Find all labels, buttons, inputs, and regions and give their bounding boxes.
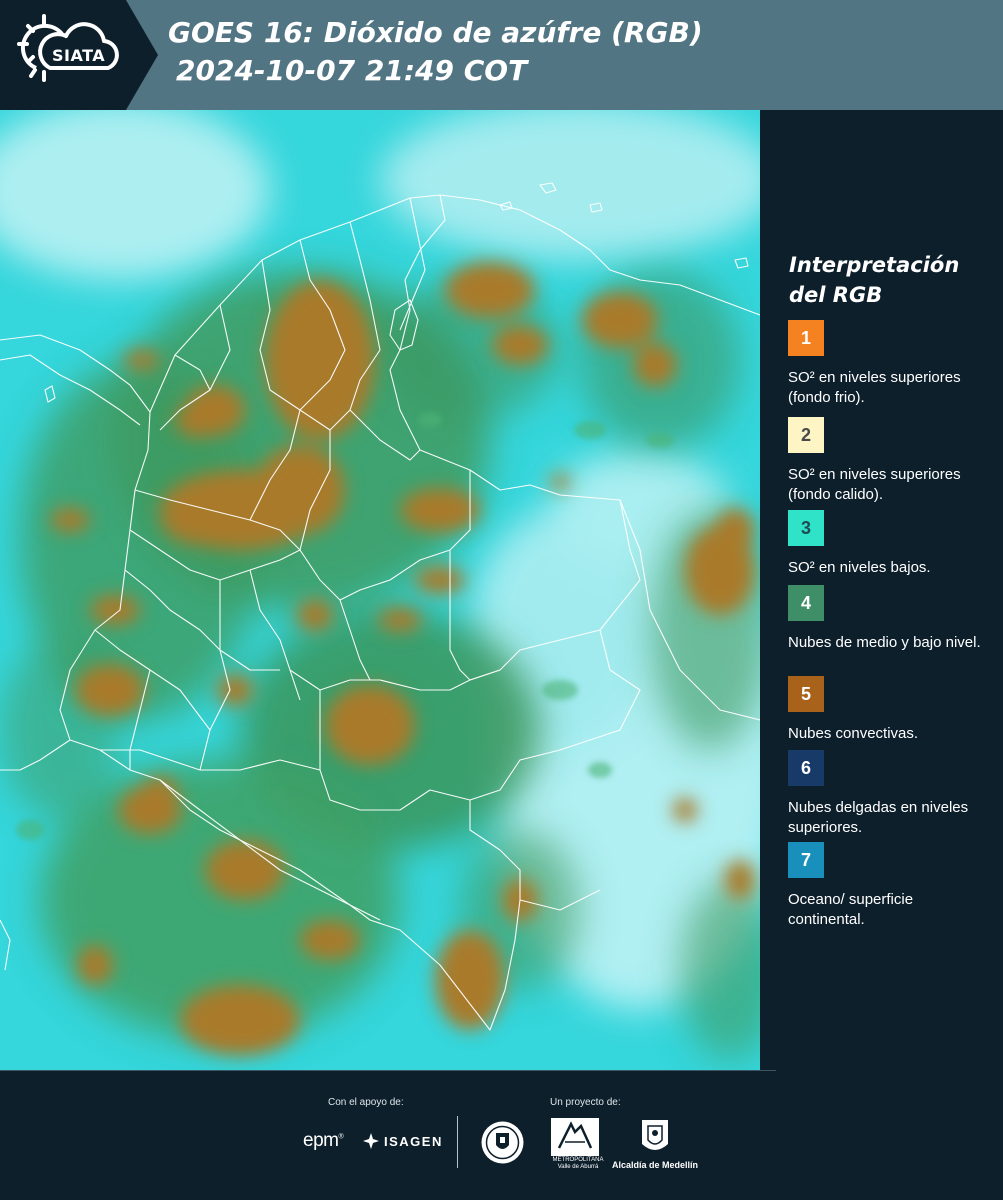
siata-logo-text: SIATA <box>52 46 106 65</box>
legend-item-5: 5 Nubes convectivas. <box>788 676 993 744</box>
alcaldia-text: Alcaldía de Medellín <box>612 1160 699 1170</box>
legend-item-3: 3 SO² en niveles bajos. <box>788 510 993 578</box>
legend-swatch-number: 6 <box>800 757 811 778</box>
legend-swatch-3: 3 <box>788 510 824 546</box>
legend-swatch-number: 7 <box>800 849 811 870</box>
legend-label: Oceano/ superficie continental. <box>788 891 914 928</box>
footer-divider <box>457 1116 458 1168</box>
footer: Con el apoyo de: Un proyecto de: epm® IS… <box>0 1070 1003 1200</box>
legend-swatch-5: 5 <box>788 676 824 712</box>
legend-swatch-6: 6 <box>788 750 824 786</box>
legend-label: SO² en niveles superiores (fondo frio). <box>788 369 961 406</box>
page-title: GOES 16: Dióxido de azúfre (RGB) 2024-10… <box>168 14 988 90</box>
legend-title-line1: Interpretación <box>789 253 960 277</box>
legend-item-1: 1 SO² en niveles superiores (fondo frio)… <box>788 320 993 408</box>
legend-swatch-number: 5 <box>800 683 811 704</box>
legend-swatch-number: 2 <box>800 424 811 445</box>
support-label: Con el apoyo de: <box>328 1097 404 1108</box>
epm-logo-text: epm <box>303 1130 339 1151</box>
legend-label: Nubes de medio y bajo nivel. <box>788 634 981 651</box>
legend-item-2: 2 SO² en niveles superiores (fondo calid… <box>788 417 993 505</box>
header: SIATA GOES 16: Dióxido de azúfre (RGB) 2… <box>0 0 1003 110</box>
legend-item-4: 4 Nubes de medio y bajo nivel. <box>788 585 993 653</box>
project-label: Un proyecto de: <box>550 1097 621 1108</box>
isagen-logo-text: ISAGEN <box>384 1133 443 1149</box>
title-product: GOES 16: Dióxido de azúfre (RGB) <box>168 16 703 49</box>
area-metropolitana-text: METROPOLITANA Valle de Aburrá <box>552 1157 604 1170</box>
legend-panel: Interpretación del RGB 1 SO² en niveles … <box>762 110 1003 1070</box>
satellite-map[interactable] <box>0 110 760 1070</box>
siata-logo: SIATA <box>0 0 158 110</box>
legend-item-6: 6 Nubes delgadas en niveles superiores. <box>788 750 993 838</box>
legend-label: SO² en niveles superiores (fondo calido)… <box>788 466 961 503</box>
footer-top-rule <box>0 1070 776 1071</box>
legend-label: SO² en niveles bajos. <box>788 559 931 576</box>
medellin-seal-icon <box>481 1121 524 1164</box>
legend-title-line2: del RGB <box>789 283 883 307</box>
alcaldia-shield-icon <box>642 1120 668 1150</box>
legend-label: Nubes convectivas. <box>788 725 919 742</box>
legend-label: Nubes delgadas en niveles superiores. <box>788 799 969 836</box>
legend-swatch-number: 4 <box>800 592 811 613</box>
isagen-logo: ISAGEN <box>362 1132 443 1150</box>
legend-swatch-7: 7 <box>788 842 824 878</box>
legend-item-7: 7 Oceano/ superficie continental. <box>788 842 993 930</box>
title-timestamp: 2024-10-07 21:49 COT <box>176 54 528 87</box>
legend-swatch-2: 2 <box>788 417 824 453</box>
legend-title: Interpretación del RGB <box>789 250 989 310</box>
legend-swatch-4: 4 <box>788 585 824 621</box>
legend-swatch-number: 3 <box>800 517 811 538</box>
isagen-mark-icon <box>363 1133 379 1149</box>
epm-logo: epm® <box>303 1130 344 1151</box>
legend-swatch-1: 1 <box>788 320 824 356</box>
legend-swatch-number: 1 <box>800 327 811 348</box>
